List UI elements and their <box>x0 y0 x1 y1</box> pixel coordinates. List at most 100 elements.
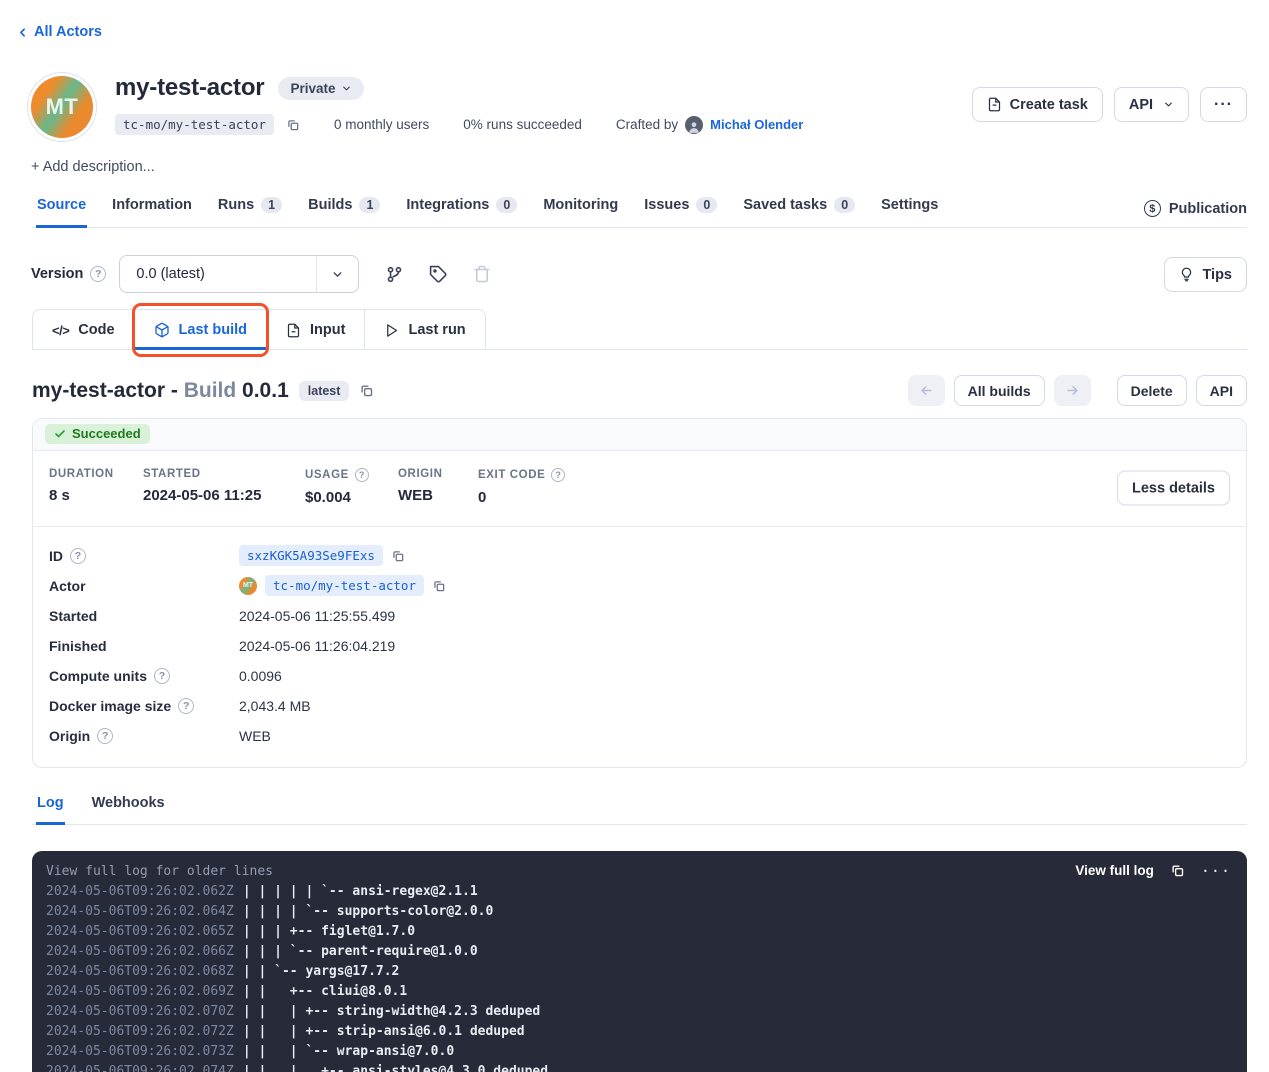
tab-label: Builds <box>308 197 352 213</box>
publication-link[interactable]: $ Publication <box>1144 200 1247 217</box>
stat-origin: ORIGINWEB <box>398 468 478 506</box>
build-api-button[interactable]: API <box>1196 375 1247 406</box>
tab-label: Saved tasks <box>743 197 827 213</box>
git-branch-icon[interactable] <box>385 265 404 284</box>
play-icon <box>384 323 399 338</box>
log-line: 2024-05-06T09:26:02.073Z| | | `-- wrap-a… <box>46 1042 1247 1062</box>
create-task-button[interactable]: Create task <box>972 87 1103 122</box>
log-timestamp: 2024-05-06T09:26:02.064Z <box>46 902 234 922</box>
chevron-left-icon <box>16 26 29 39</box>
subtab-last-run[interactable]: Last run <box>365 310 484 349</box>
previous-build-button[interactable] <box>908 375 945 406</box>
api-dropdown-button[interactable]: API <box>1114 87 1189 122</box>
tab-runs[interactable]: Runs 1 <box>217 195 283 228</box>
actor-avatar: MT <box>31 76 93 138</box>
detail-label: Origin? <box>49 728 239 744</box>
tab-issues[interactable]: Issues0 <box>643 195 718 228</box>
monthly-users-stat: 0 monthly users <box>334 117 429 132</box>
view-full-log-button[interactable]: View full log <box>1075 861 1154 881</box>
tab-source[interactable]: Source <box>36 195 87 228</box>
log-message: | | | +-- strip-ansi@6.0.1 deduped <box>243 1022 525 1042</box>
subtab-code[interactable]: </>Code <box>33 310 135 349</box>
help-icon[interactable]: ? <box>355 468 369 482</box>
chevron-down-icon <box>316 256 358 292</box>
tab-saved-tasks[interactable]: Saved tasks 0 <box>742 195 856 228</box>
log-timestamp: 2024-05-06T09:26:02.066Z <box>46 942 234 962</box>
cube-icon <box>154 322 170 338</box>
subtab-input[interactable]: Input <box>267 310 365 349</box>
trash-icon <box>473 265 491 283</box>
visibility-dropdown[interactable]: Private <box>278 77 364 100</box>
tab-label: Runs <box>218 197 254 213</box>
tab-settings[interactable]: Settings <box>880 195 939 228</box>
detail-label: Docker image size? <box>49 698 239 714</box>
actor-mini-avatar: MT <box>239 577 257 595</box>
log-timestamp: 2024-05-06T09:26:02.072Z <box>46 1022 234 1042</box>
copy-icon[interactable] <box>391 549 405 563</box>
help-icon[interactable]: ? <box>154 668 170 684</box>
stat-started: STARTED2024-05-06 11:25 <box>143 468 305 506</box>
tips-button[interactable]: Tips <box>1164 257 1247 292</box>
help-icon[interactable]: ? <box>70 548 86 564</box>
log-message: | | | +-- string-width@4.2.3 deduped <box>243 1002 540 1022</box>
stat-label: STARTED <box>143 468 305 480</box>
tab-builds[interactable]: Builds1 <box>307 195 381 228</box>
author-link[interactable]: Michał Olender <box>710 117 803 132</box>
all-builds-button[interactable]: All builds <box>954 375 1045 406</box>
next-build-button[interactable] <box>1054 375 1091 406</box>
subtab-last-build[interactable]: Last build <box>135 310 267 349</box>
version-select[interactable]: 0.0 (latest) <box>119 255 359 293</box>
stat-value: WEB <box>398 487 478 504</box>
view-older-lines-link[interactable]: View full log for older lines <box>46 862 273 882</box>
build-title: my-test-actor - Build 0.0.1 latest <box>32 379 374 403</box>
help-icon[interactable]: ? <box>551 468 565 482</box>
detail-value: 2,043.4 MB <box>239 698 311 714</box>
actor-handle-badge[interactable]: tc-mo/my-test-actor <box>115 114 274 135</box>
breadcrumb[interactable]: All Actors <box>16 24 102 40</box>
tab-label: Information <box>112 197 192 213</box>
value-badge[interactable]: tc-mo/my-test-actor <box>265 575 424 596</box>
log-more-icon[interactable]: ··· <box>1201 861 1231 881</box>
detail-label: ID? <box>49 548 239 564</box>
tab-count-badge: 0 <box>834 197 855 213</box>
copy-icon[interactable] <box>286 118 300 132</box>
log-tab-log[interactable]: Log <box>36 793 65 825</box>
help-icon[interactable]: ? <box>97 728 113 744</box>
tab-information[interactable]: Information <box>111 195 193 228</box>
copy-icon[interactable] <box>432 579 446 593</box>
less-details-button[interactable]: Less details <box>1117 471 1230 506</box>
tag-icon[interactable] <box>429 265 448 284</box>
version-row: Version ? 0.0 (latest) Tips <box>31 255 1247 293</box>
page-title: my-test-actor <box>115 74 264 102</box>
build-log-terminal[interactable]: View full log for older lines 2024-05-06… <box>32 851 1247 1072</box>
log-tabs: Log Webhooks <box>32 793 1247 825</box>
stat-value: 8 s <box>49 487 143 504</box>
help-icon[interactable]: ? <box>178 698 194 714</box>
runs-succeeded-stat: 0% runs succeeded <box>463 117 582 132</box>
detail-value: 2024-05-06 11:26:04.219 <box>239 638 395 654</box>
tab-count-badge: 0 <box>696 197 717 213</box>
value-badge[interactable]: sxzKGK5A93Se9FExs <box>239 545 383 566</box>
detail-row-started: Started2024-05-06 11:25:55.499 <box>49 601 1230 631</box>
document-icon <box>987 97 1002 112</box>
chevron-down-icon <box>341 83 352 94</box>
copy-icon[interactable] <box>359 383 374 398</box>
tab-integrations[interactable]: Integrations0 <box>405 195 518 228</box>
status-badge: Succeeded <box>45 424 150 444</box>
log-timestamp: 2024-05-06T09:26:02.073Z <box>46 1042 234 1062</box>
tab-monitoring[interactable]: Monitoring <box>542 195 619 228</box>
help-icon[interactable]: ? <box>90 266 106 282</box>
delete-build-button[interactable]: Delete <box>1117 375 1187 406</box>
chevron-down-icon <box>1163 99 1174 110</box>
tab-count-badge: 1 <box>261 197 282 213</box>
log-line: 2024-05-06T09:26:02.072Z | | | +-- strip-… <box>46 1022 1247 1042</box>
stat-value: $0.004 <box>305 489 398 506</box>
copy-log-icon[interactable] <box>1170 863 1185 878</box>
log-timestamp: 2024-05-06T09:26:02.069Z <box>46 982 234 1002</box>
log-message: | | | | | `-- ansi-regex@2.1.1 <box>243 882 478 902</box>
log-tab-webhooks[interactable]: Webhooks <box>91 793 166 825</box>
log-message: | | | | `-- supports-color@2.0.0 <box>243 902 493 922</box>
add-description-link[interactable]: + Add description... <box>31 159 155 175</box>
subtab-label: Last run <box>408 322 465 338</box>
more-actions-button[interactable]: ··· <box>1200 87 1247 122</box>
